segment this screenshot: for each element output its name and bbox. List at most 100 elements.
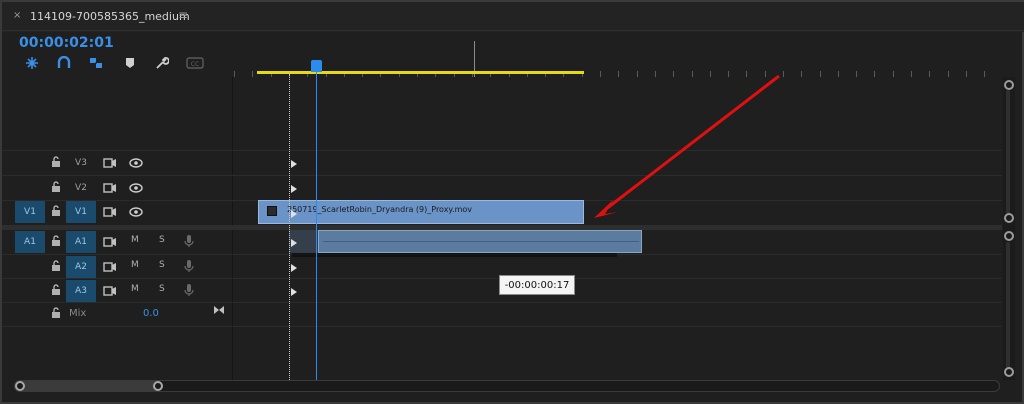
scroll-handle[interactable]: [1004, 80, 1014, 90]
track-divider: [2, 302, 1002, 303]
ruler-tick: [655, 71, 656, 77]
snap-guide-line: [289, 74, 290, 380]
track-header-v3: V3: [2, 151, 232, 175]
audio-clip-shadow: [292, 253, 617, 257]
sync-lock-icon[interactable]: [103, 236, 117, 248]
ruler-tick: [929, 71, 930, 77]
ruler-tick: [600, 71, 601, 77]
play-marker-icon: [291, 160, 297, 168]
lock-icon[interactable]: [51, 307, 61, 319]
marker-icon[interactable]: [120, 54, 140, 72]
ruler-tick: [234, 71, 235, 77]
solo-button[interactable]: S: [159, 284, 165, 294]
source-patch-v1[interactable]: V1: [15, 201, 45, 223]
timeline-toolbar: CC: [2, 54, 232, 74]
solo-button[interactable]: S: [159, 235, 165, 245]
time-ruler[interactable]: [232, 30, 1002, 77]
track-target-a3[interactable]: A3: [66, 280, 96, 302]
magnet-link-icon[interactable]: [54, 54, 74, 72]
track-target-a1[interactable]: A1: [66, 231, 96, 253]
close-tab-icon[interactable]: ×: [13, 10, 21, 21]
drag-offset-tooltip: -00:00:00:17: [499, 275, 575, 295]
ruler-tick: [637, 71, 638, 77]
ruler-tick: [893, 71, 894, 77]
ruler-tick: [765, 71, 766, 77]
mute-button[interactable]: M: [131, 235, 139, 245]
ruler-tick: [728, 71, 729, 77]
mute-button[interactable]: M: [131, 284, 139, 294]
track-target-v2[interactable]: V2: [66, 177, 96, 199]
mix-track-label: Mix: [69, 308, 87, 319]
track-target-v3[interactable]: V3: [66, 152, 96, 174]
track-header-a3: A3 M S: [2, 279, 232, 303]
ruler-tick: [692, 71, 693, 77]
track-header-a1: A1 A1 M S: [2, 230, 232, 254]
microphone-icon[interactable]: [184, 234, 194, 248]
play-marker-icon: [291, 210, 297, 218]
video-scroll-thumb[interactable]: [1006, 90, 1010, 214]
track-divider: [2, 326, 1002, 327]
lock-icon[interactable]: [51, 284, 61, 296]
solo-button[interactable]: S: [159, 260, 165, 270]
playhead-timecode[interactable]: 00:00:02:01: [19, 35, 114, 51]
scroll-handle[interactable]: [153, 381, 163, 391]
scroll-handle[interactable]: [1004, 213, 1014, 223]
lock-icon[interactable]: [51, 235, 61, 247]
wrench-icon[interactable]: [152, 54, 172, 72]
timeline-panel: × 114109-700585365_medium ≡ 00:00:02:01 …: [0, 0, 1024, 404]
ruler-tick: [746, 71, 747, 77]
mute-button[interactable]: M: [131, 260, 139, 270]
lock-icon[interactable]: [51, 181, 61, 193]
ruler-tick: [783, 71, 784, 77]
ruler-tick: [948, 71, 949, 77]
track-header-v1: V1 V1: [2, 200, 232, 224]
ruler-tick: [820, 71, 821, 77]
audio-clip-dragging[interactable]: [318, 230, 642, 253]
ruler-tick: [911, 71, 912, 77]
track-header-a2: A2 M S: [2, 255, 232, 279]
mix-volume-value[interactable]: 0.0: [143, 308, 159, 319]
ruler-tick: [618, 71, 619, 77]
sync-lock-icon[interactable]: [103, 285, 117, 297]
eye-icon[interactable]: [129, 158, 143, 168]
lock-icon[interactable]: [51, 205, 61, 217]
scroll-handle[interactable]: [15, 381, 25, 391]
audio-scroll-thumb[interactable]: [1006, 242, 1010, 372]
lock-icon[interactable]: [51, 156, 61, 168]
captions-icon[interactable]: CC: [185, 54, 205, 72]
ruler-tick: [673, 71, 674, 77]
snap-icon[interactable]: [22, 54, 42, 72]
playhead-line[interactable]: [316, 72, 317, 380]
eye-icon[interactable]: [129, 207, 143, 217]
ruler-tick: [984, 71, 985, 77]
sync-lock-icon[interactable]: [103, 182, 117, 194]
panel-titlebar: × 114109-700585365_medium ≡: [2, 2, 1024, 32]
horizontal-scroll-thumb[interactable]: [15, 381, 163, 391]
clip-fx-icon: [267, 206, 277, 216]
linked-selection-icon[interactable]: [86, 54, 106, 72]
ruler-tick: [856, 71, 857, 77]
video-clip[interactable]: 250719_ScarletRobin_Dryandra (9)_Proxy.m…: [258, 200, 584, 224]
eye-icon[interactable]: [129, 183, 143, 193]
sync-lock-icon[interactable]: [103, 157, 117, 169]
play-marker-icon: [291, 239, 297, 247]
microphone-icon[interactable]: [184, 283, 194, 297]
microphone-icon[interactable]: [184, 259, 194, 273]
track-v3: V3: [2, 151, 1002, 175]
track-v2: V2: [2, 176, 1002, 200]
source-patch-a1[interactable]: A1: [15, 231, 45, 253]
lock-icon[interactable]: [51, 260, 61, 272]
track-target-a2[interactable]: A2: [66, 256, 96, 278]
bowtie-icon[interactable]: [213, 305, 225, 315]
sync-lock-icon[interactable]: [103, 261, 117, 273]
sequence-tab-title[interactable]: 114109-700585365_medium: [30, 10, 190, 23]
video-clip-name: 250719_ScarletRobin_Dryandra (9)_Proxy.m…: [287, 205, 472, 214]
scroll-handle[interactable]: [1004, 367, 1014, 377]
sync-lock-icon[interactable]: [103, 206, 117, 218]
panel-menu-icon[interactable]: ≡: [178, 8, 188, 22]
scroll-handle[interactable]: [1004, 231, 1014, 241]
work-area-bar[interactable]: [257, 71, 584, 74]
track-target-v1[interactable]: V1: [66, 201, 96, 223]
playhead-handle[interactable]: [311, 60, 322, 72]
ruler-tick: [252, 71, 253, 77]
